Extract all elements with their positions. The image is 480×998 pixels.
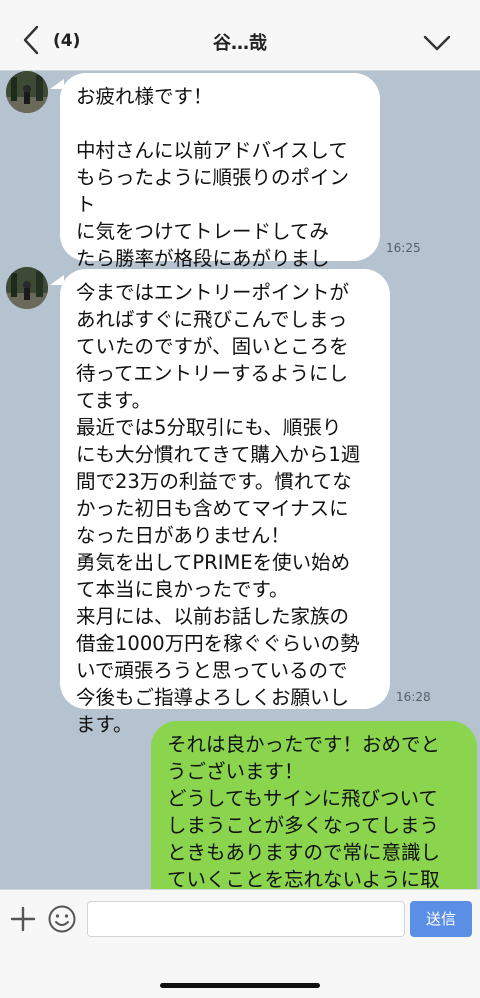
message-composer: 送信 (0, 889, 480, 998)
message-input[interactable] (87, 901, 405, 937)
message-bubble-sent[interactable]: それは良かったです！おめでと うございます！ どうしてもサインに飛びついて しま… (151, 721, 477, 889)
avatar[interactable] (6, 267, 48, 309)
message-bubble-received[interactable]: 今まではエントリーポイントが あればすぐに飛びこんでしまっ ていたのですが、固い… (60, 269, 390, 736)
chevron-down-icon[interactable] (422, 33, 452, 53)
send-button[interactable]: 送信 (410, 901, 472, 937)
message-time: 16:25 (386, 241, 421, 255)
avatar-photo-icon (6, 267, 48, 309)
chat-title: 谷…哉 (213, 33, 267, 54)
message-time: 16:28 (396, 690, 431, 704)
emoji-icon[interactable] (47, 904, 77, 934)
avatar-photo-icon (6, 71, 48, 113)
message-bubble-received[interactable]: お疲れ様です！ 中村さんに以前アドバイスして もらったように順張りのポイント に… (60, 73, 380, 297)
home-indicator (160, 983, 320, 988)
avatar[interactable] (6, 71, 48, 113)
chat-header: (4) 谷…哉 (0, 0, 480, 71)
message-list[interactable]: お疲れ様です！ 中村さんに以前アドバイスして もらったように順張りのポイント に… (0, 71, 480, 889)
plus-icon[interactable] (10, 906, 36, 932)
